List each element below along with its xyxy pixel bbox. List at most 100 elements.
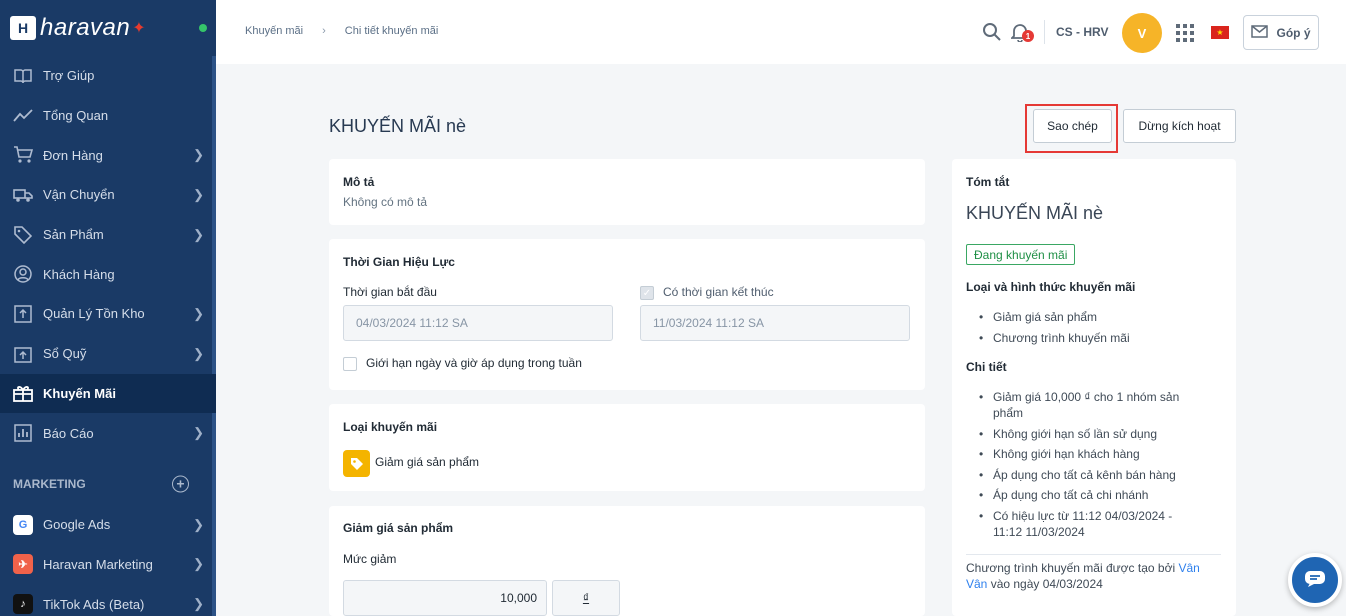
sidebar-item-orders[interactable]: Đơn Hàng ❯ — [0, 135, 216, 175]
gift-icon — [13, 383, 33, 403]
search-icon[interactable] — [982, 22, 1002, 42]
end-time-label: Có thời gian kết thúc — [663, 285, 774, 299]
chevron-right-icon: ❯ — [193, 425, 204, 441]
cart-icon — [13, 145, 33, 165]
store-name[interactable]: CS - HRV — [1056, 25, 1108, 39]
logo-mark-icon: H — [10, 16, 36, 40]
promo-type-value: Giảm giá sản phẩm — [375, 455, 480, 469]
weekday-limit-label: Giới hạn ngày và giờ áp dụng trong tuần — [366, 356, 582, 370]
description-value: Không có mô tả — [343, 195, 428, 209]
summary-detail-list: Giảm giá 10,000 ₫ cho 1 nhóm sản phẩm Kh… — [979, 389, 1199, 544]
user-icon — [13, 264, 33, 284]
sidebar-item-help[interactable]: Trợ Giúp — [0, 56, 216, 96]
sidebar-item-label: Khuyến Mãi — [43, 385, 116, 401]
promo-type-card: Loại khuyến mãi Giảm giá sản phẩm — [329, 404, 925, 491]
chevron-right-icon: ❯ — [193, 516, 204, 532]
brand-name: haravan — [40, 14, 131, 41]
description-card: Mô tả Không có mô tả — [329, 159, 925, 225]
status-badge: Đang khuyến mãi — [966, 244, 1076, 265]
tiktok-icon-wrap: ♪ — [13, 594, 33, 615]
sidebar-app-label: Haravan Marketing — [43, 556, 153, 572]
chat-support-button[interactable] — [1288, 553, 1342, 607]
chevron-right-icon: ❯ — [193, 147, 204, 163]
sidebar-item-overview[interactable]: Tổng Quan — [0, 96, 216, 136]
end-time-checkbox[interactable]: ✓ — [640, 286, 654, 300]
chevron-right-icon: ❯ — [193, 305, 204, 321]
sidebar-item-customers[interactable]: Khách Hàng — [0, 254, 216, 294]
report-icon — [13, 423, 33, 443]
summary-detail-heading: Chi tiết — [966, 360, 1007, 374]
inventory-icon — [13, 304, 33, 324]
chat-bubble-icon — [1304, 570, 1326, 591]
topbar: Khuyến mãi › Chi tiết khuyến mãi 1 CS - … — [216, 0, 1346, 64]
promo-type-title: Loại khuyến mãi — [343, 420, 438, 434]
google-icon-wrap: G — [13, 514, 33, 535]
google-icon: G — [13, 514, 33, 535]
list-item: Áp dụng cho tất cả chi nhánh — [979, 487, 1199, 503]
summary-created-info: Chương trình khuyến mãi được tạo bởi Vân… — [966, 560, 1216, 592]
description-title: Mô tả — [343, 175, 375, 189]
created-suffix: vào ngày 04/03/2024 — [990, 577, 1103, 591]
sidebar-item-label: Sổ Quỹ — [43, 346, 87, 362]
sidebar-item-promotions[interactable]: Khuyến Mãi — [0, 373, 216, 414]
discount-amount-input[interactable]: 10,000 — [343, 580, 547, 616]
breadcrumb-promotions-link[interactable]: Khuyến mãi — [245, 25, 303, 37]
vietnam-flag-icon[interactable]: ★ — [1211, 26, 1229, 39]
tiktok-icon: ♪ — [13, 594, 33, 615]
online-status-dot — [199, 24, 207, 32]
list-item: Không giới hạn khách hàng — [979, 446, 1199, 462]
created-prefix: Chương trình khuyến mãi được tạo bởi — [966, 561, 1176, 575]
cashbook-icon — [13, 344, 33, 364]
discount-tag-icon — [343, 450, 370, 477]
start-time-input[interactable]: 04/03/2024 11:12 SA — [343, 305, 613, 341]
summary-divider — [966, 554, 1221, 555]
trend-icon — [13, 106, 33, 126]
summary-title: Tóm tắt — [966, 175, 1010, 189]
chevron-right-icon: ❯ — [193, 556, 204, 572]
apps-grid-icon[interactable] — [1176, 24, 1194, 42]
add-marketing-app-icon[interactable]: + — [172, 475, 189, 493]
sidebar-app-haravan-marketing[interactable]: ✈ Haravan Marketing ❯ — [0, 545, 216, 585]
sidebar-nav: Trợ Giúp Tổng Quan Đơn Hàng ❯ Vận Chuyển… — [0, 56, 216, 453]
tag-icon — [13, 225, 33, 245]
weekday-limit-checkbox[interactable] — [343, 357, 357, 371]
dragon-icon: ✦ — [132, 20, 146, 37]
notification-count-badge: 1 — [1022, 30, 1034, 42]
list-item: Chương trình khuyến mãi — [979, 330, 1214, 346]
mail-icon — [1251, 24, 1269, 41]
sidebar-item-shipping[interactable]: Vận Chuyển ❯ — [0, 175, 216, 215]
list-item: Không giới hạn số lần sử dụng — [979, 426, 1199, 442]
end-time-input[interactable]: 11/03/2024 11:12 SA — [640, 305, 910, 341]
copy-button[interactable]: Sao chép — [1033, 109, 1112, 143]
sidebar-app-tiktok-ads[interactable]: ♪ TikTok Ads (Beta) ❯ — [0, 584, 216, 616]
brand-logo[interactable]: H haravan ✦ — [0, 0, 216, 56]
sidebar-item-cashbook[interactable]: Sổ Quỹ ❯ — [0, 334, 216, 374]
sidebar-item-label: Sản Phẩm — [43, 227, 104, 243]
start-time-label: Thời gian bắt đầu — [343, 285, 437, 299]
discount-title: Giảm giá sản phẩm — [343, 521, 454, 535]
currency-select[interactable]: ₫ — [552, 580, 620, 616]
topbar-divider — [1044, 20, 1045, 44]
sidebar: H haravan ✦ Trợ Giúp Tổng Quan Đơn Hàng … — [0, 0, 216, 616]
sidebar-item-label: Tổng Quan — [43, 108, 109, 124]
summary-type-heading: Loại và hình thức khuyến mãi — [966, 280, 1136, 294]
avatar[interactable]: V — [1122, 13, 1162, 53]
feedback-label: Góp ý — [1276, 25, 1311, 40]
feedback-button[interactable]: Góp ý — [1243, 15, 1319, 50]
validity-title: Thời Gian Hiệu Lực — [343, 255, 455, 269]
page-title: KHUYẾN MÃI nè — [329, 116, 467, 136]
haravan-marketing-icon-wrap: ✈ — [13, 554, 33, 575]
deactivate-button[interactable]: Dừng kích hoạt — [1123, 109, 1236, 143]
chevron-right-icon: ❯ — [193, 596, 204, 612]
sidebar-item-inventory[interactable]: Quản Lý Tồn Kho ❯ — [0, 294, 216, 334]
truck-icon — [13, 185, 33, 205]
list-item: Giảm giá 10,000 ₫ cho 1 nhóm sản phẩm — [979, 389, 1199, 421]
sidebar-item-products[interactable]: Sản Phẩm ❯ — [0, 215, 216, 255]
breadcrumb: Khuyến mãi › Chi tiết khuyến mãi — [245, 25, 438, 37]
sidebar-item-label: Khách Hàng — [43, 266, 115, 282]
sidebar-app-google-ads[interactable]: G Google Ads ❯ — [0, 505, 216, 545]
breadcrumb-current: Chi tiết khuyến mãi — [344, 25, 439, 37]
sidebar-item-reports[interactable]: Báo Cáo ❯ — [0, 413, 216, 453]
sidebar-app-label: Google Ads — [43, 517, 111, 533]
list-item: Giảm giá sản phẩm — [979, 309, 1214, 325]
